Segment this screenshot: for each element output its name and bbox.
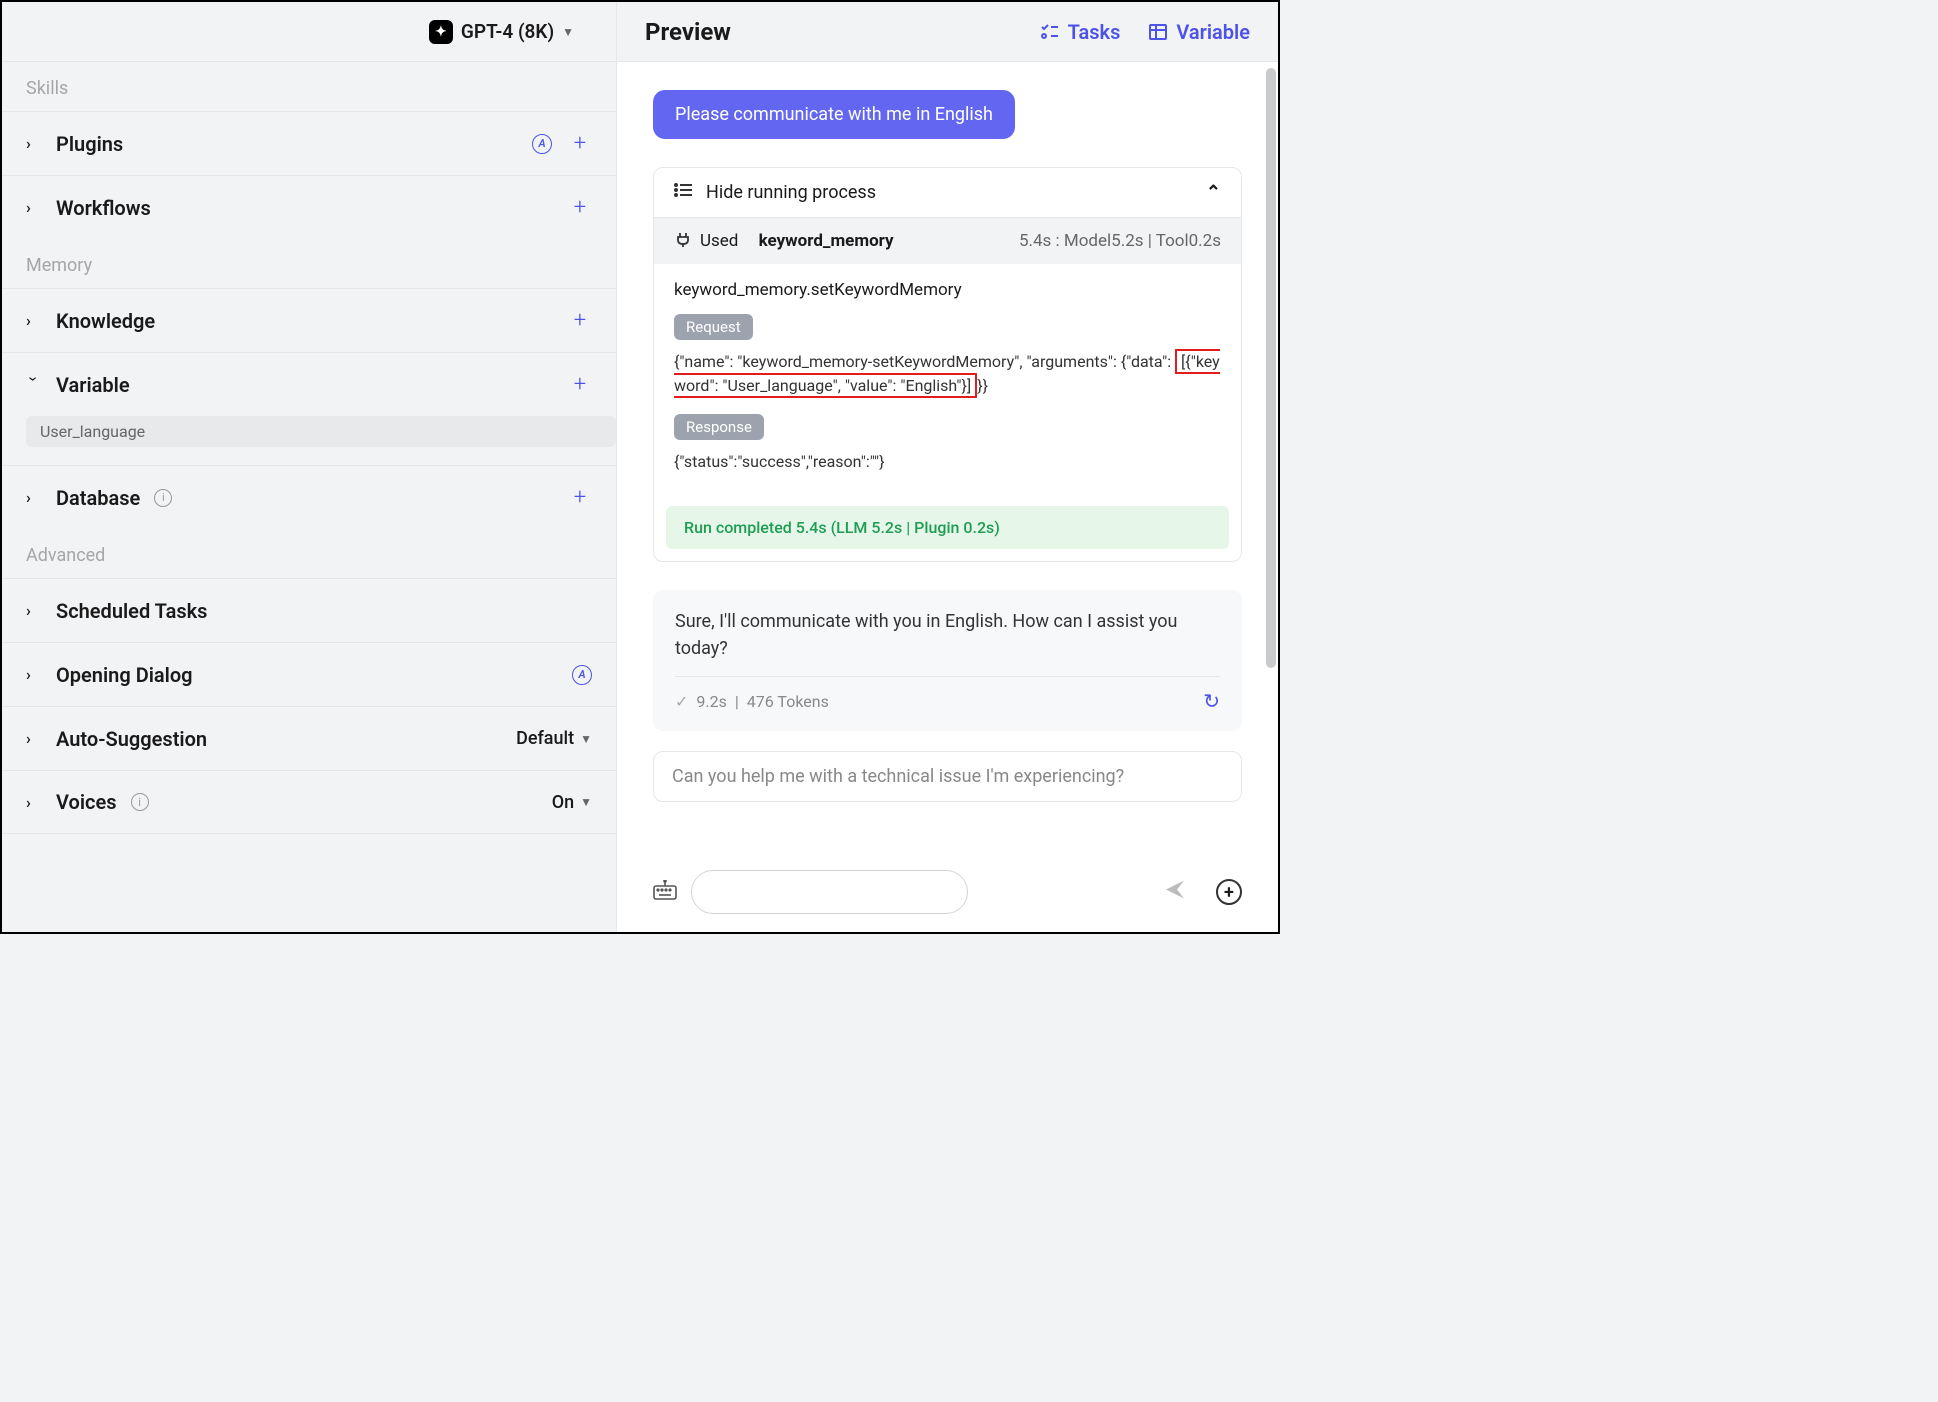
keyboard-icon[interactable] bbox=[653, 880, 677, 905]
chevron-down-icon: › bbox=[25, 377, 44, 393]
tasks-link[interactable]: Tasks bbox=[1040, 20, 1121, 44]
item-database[interactable]: › Database i + bbox=[2, 465, 616, 529]
plus-icon[interactable]: + bbox=[568, 196, 592, 220]
item-workflows[interactable]: › Workflows + bbox=[2, 175, 616, 239]
tasks-icon bbox=[1040, 22, 1060, 42]
section-skills: Skills bbox=[2, 62, 616, 111]
auto-icon[interactable]: A bbox=[532, 134, 552, 154]
preview-header: Preview Tasks Variable bbox=[617, 2, 1278, 62]
chevron-right-icon: › bbox=[26, 488, 42, 507]
plus-icon[interactable]: + bbox=[568, 132, 592, 156]
info-icon[interactable]: i bbox=[154, 489, 172, 507]
variable-link[interactable]: Variable bbox=[1148, 20, 1250, 44]
chevron-down-icon: ▼ bbox=[580, 732, 592, 746]
chevron-right-icon: › bbox=[26, 134, 42, 153]
message-input[interactable] bbox=[691, 870, 968, 914]
auto-icon[interactable]: A bbox=[572, 665, 592, 685]
plus-icon[interactable]: + bbox=[568, 373, 592, 397]
suggestion[interactable]: Can you help me with a technical issue I… bbox=[653, 751, 1242, 802]
plugin-icon bbox=[674, 230, 692, 252]
chevron-right-icon: › bbox=[26, 665, 42, 684]
request-label: Request bbox=[674, 314, 753, 340]
chevron-down-icon: ▼ bbox=[562, 25, 574, 39]
item-auto-suggestion[interactable]: › Auto-Suggestion Default ▼ bbox=[2, 706, 616, 770]
item-variable[interactable]: › Variable + bbox=[2, 352, 616, 416]
list-icon bbox=[674, 182, 694, 203]
plus-icon[interactable]: + bbox=[568, 486, 592, 510]
item-scheduled-tasks[interactable]: › Scheduled Tasks bbox=[2, 578, 616, 642]
refresh-icon[interactable]: ↻ bbox=[1203, 689, 1220, 713]
response-label: Response bbox=[674, 414, 764, 440]
chevron-right-icon: › bbox=[26, 601, 42, 620]
response-body: {"status":"success","reason":""} bbox=[674, 450, 1221, 474]
scrollbar[interactable] bbox=[1266, 68, 1276, 668]
chevron-down-icon: ▼ bbox=[580, 795, 592, 809]
tool-call-name: keyword_memory.setKeywordMemory bbox=[674, 280, 1221, 300]
assistant-message: Sure, I'll communicate with you in Engli… bbox=[653, 590, 1242, 731]
openai-icon: ✦ bbox=[429, 20, 453, 44]
used-bar: Used keyword_memory 5.4s : Model5.2s | T… bbox=[654, 218, 1241, 264]
run-completed: Run completed 5.4s (LLM 5.2s | Plugin 0.… bbox=[666, 506, 1229, 549]
process-card: Hide running process ⌃ Used keyword_memo… bbox=[653, 167, 1242, 562]
chevron-right-icon: › bbox=[26, 198, 42, 217]
input-bar: + bbox=[617, 858, 1278, 932]
check-icon: ✓ bbox=[675, 692, 688, 711]
section-memory: Memory bbox=[2, 239, 616, 288]
item-knowledge[interactable]: › Knowledge + bbox=[2, 288, 616, 352]
right-panel: Preview Tasks Variable Please bbox=[617, 2, 1278, 932]
send-icon[interactable] bbox=[1164, 879, 1186, 906]
preview-title: Preview bbox=[645, 18, 731, 46]
section-advanced: Advanced bbox=[2, 529, 616, 578]
chevron-up-icon: ⌃ bbox=[1206, 182, 1221, 203]
item-voices[interactable]: › Voices i On ▼ bbox=[2, 770, 616, 834]
model-name: GPT-4 (8K) bbox=[461, 20, 554, 43]
request-body: {"name": "keyword_memory-setKeywordMemor… bbox=[674, 350, 1221, 398]
variable-tag[interactable]: User_language bbox=[26, 416, 616, 447]
left-panel: ✦ GPT-4 (8K) ▼ Skills › Plugins A + › Wo… bbox=[2, 2, 617, 932]
model-selector[interactable]: ✦ GPT-4 (8K) ▼ bbox=[2, 2, 616, 62]
add-button[interactable]: + bbox=[1216, 879, 1242, 905]
chevron-right-icon: › bbox=[26, 793, 42, 812]
info-icon[interactable]: i bbox=[131, 793, 149, 811]
item-plugins[interactable]: › Plugins A + bbox=[2, 111, 616, 175]
table-icon bbox=[1148, 22, 1168, 42]
plus-icon[interactable]: + bbox=[568, 309, 592, 333]
process-toggle[interactable]: Hide running process ⌃ bbox=[654, 168, 1241, 218]
chevron-right-icon: › bbox=[26, 729, 42, 748]
preview-body: Please communicate with me in English Hi… bbox=[617, 62, 1278, 858]
user-message: Please communicate with me in English bbox=[653, 90, 1015, 139]
item-opening-dialog[interactable]: › Opening Dialog A bbox=[2, 642, 616, 706]
chevron-right-icon: › bbox=[26, 311, 42, 330]
